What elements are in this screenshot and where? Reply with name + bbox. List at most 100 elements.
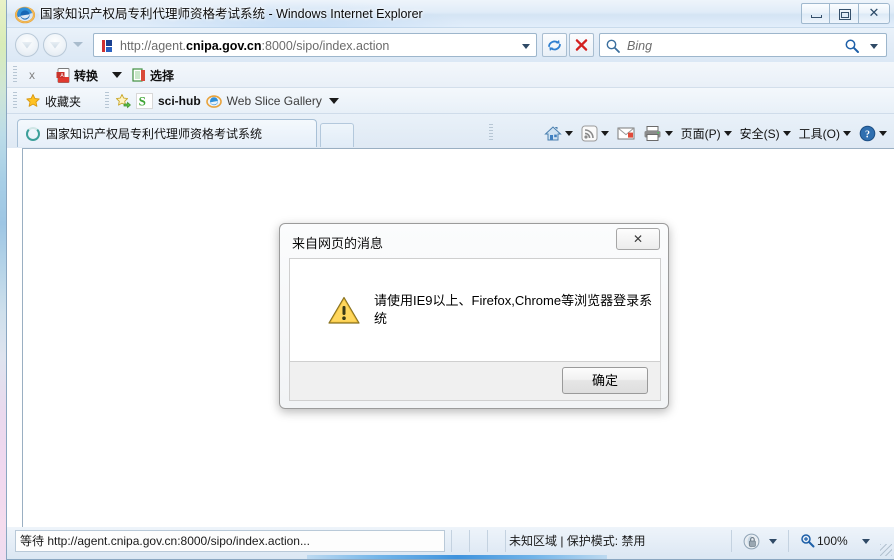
- tools-menu-caret-icon: [843, 130, 851, 136]
- warning-triangle-icon: [328, 296, 360, 324]
- pdf-select-icon: [132, 67, 145, 82]
- taskbar-glow: [307, 555, 607, 559]
- back-arrow-icon: [21, 41, 33, 49]
- internet-explorer-window: 国家知识产权局专利代理师资格考试系统 - Windows Internet Ex…: [6, 0, 894, 560]
- printer-icon: [644, 125, 661, 141]
- dialog-close-button[interactable]: ✕: [616, 228, 660, 250]
- dialog-message: 请使用IE9以上、Firefox,Chrome等浏览器登录系统: [374, 292, 653, 326]
- address-bar-text: http://agent.cnipa.gov.cn:8000/sipo/inde…: [120, 38, 389, 54]
- recent-pages-dropdown[interactable]: [73, 42, 83, 47]
- command-bar: 页面(P) 安全(S) 工具(O) ?: [540, 120, 891, 146]
- ie-logo-icon: [15, 6, 35, 24]
- home-button[interactable]: [540, 121, 577, 145]
- zoom-icon[interactable]: [800, 533, 815, 548]
- status-pane-5: [731, 530, 732, 552]
- navigation-bar: http://agent.cnipa.gov.cn:8000/sipo/inde…: [7, 28, 894, 62]
- security-zone-caret-icon[interactable]: [769, 539, 777, 544]
- resize-grip[interactable]: [880, 544, 892, 556]
- tab-active[interactable]: 国家知识产权局专利代理师资格考试系统: [17, 119, 317, 147]
- ie-small-icon: [205, 95, 222, 108]
- safety-menu-label: 安全(S): [739, 126, 780, 141]
- favorites-items: S sci-hub Web Slice Gallery: [115, 92, 339, 110]
- page-viewport: 来自网页的消息 ✕ 请使用IE9以上、Firefox,Chrome等浏览器登录系…: [22, 148, 894, 528]
- favorites-button-label: 收藏夹: [45, 94, 82, 109]
- restore-button[interactable]: [830, 3, 859, 24]
- favorites-bar-grip[interactable]: [13, 92, 17, 110]
- back-button[interactable]: [15, 33, 39, 57]
- scihub-icon[interactable]: S: [136, 93, 153, 109]
- command-bar-grip[interactable]: [489, 124, 493, 142]
- search-go-icon: [845, 39, 859, 53]
- svg-text:?: ?: [865, 129, 870, 140]
- dialog-title-bar: 来自网页的消息 ✕: [280, 224, 668, 258]
- feeds-button[interactable]: [577, 121, 613, 145]
- page-menu-label: 页面(P): [680, 126, 721, 141]
- zoom-caret-icon[interactable]: [862, 539, 870, 544]
- status-pane-1: [451, 530, 469, 552]
- safety-menu[interactable]: 安全(S): [736, 121, 795, 145]
- minimize-button[interactable]: [801, 3, 830, 24]
- search-input[interactable]: Bing: [599, 33, 887, 57]
- status-pane-6: [788, 530, 789, 552]
- loading-spinner-icon: [26, 126, 40, 141]
- url-suffix: :8000/sipo/index.action: [261, 39, 390, 53]
- home-caret-icon[interactable]: [564, 130, 573, 136]
- home-icon: [543, 125, 562, 140]
- mail-icon: [617, 127, 635, 139]
- star-icon: [26, 94, 40, 107]
- status-pane-4: [505, 530, 506, 552]
- acrobat-convert-label: 转换: [74, 68, 99, 83]
- acrobat-toolbar-close-button[interactable]: x: [25, 67, 39, 83]
- toolbar-grip[interactable]: [13, 66, 17, 84]
- dialog-ok-button[interactable]: 确定: [562, 367, 648, 394]
- tab-title: 国家知识产权局专利代理师资格考试系统: [46, 127, 263, 141]
- favorites-item-web-slice-gallery[interactable]: Web Slice Gallery: [227, 94, 322, 108]
- url-host: cnipa.gov.cn: [186, 39, 262, 53]
- print-button[interactable]: [639, 121, 677, 145]
- mail-button[interactable]: [613, 121, 639, 145]
- sipo-favicon-icon: [100, 39, 114, 53]
- tab-bar: 国家知识产权局专利代理师资格考试系统 页面(P) 安全(S) 工具(O) ?: [7, 114, 894, 148]
- new-tab-button[interactable]: [320, 123, 354, 147]
- help-button[interactable]: ?: [855, 121, 891, 145]
- search-placeholder-text: Bing: [627, 39, 653, 53]
- stop-button[interactable]: [569, 33, 594, 57]
- favorites-item-sci-hub[interactable]: sci-hub: [158, 94, 201, 108]
- webpage-message-dialog: 来自网页的消息 ✕ 请使用IE9以上、Firefox,Chrome等浏览器登录系…: [279, 223, 669, 409]
- web-slice-caret-icon[interactable]: [328, 98, 339, 104]
- acrobat-select-label: 选择: [150, 68, 175, 83]
- acrobat-convert-button[interactable]: A 转换: [55, 66, 98, 84]
- title-bar: 国家知识产权局专利代理师资格考试系统 - Windows Internet Ex…: [7, 0, 894, 28]
- address-bar[interactable]: http://agent.cnipa.gov.cn:8000/sipo/inde…: [93, 33, 537, 57]
- favorites-button[interactable]: 收藏夹: [25, 92, 81, 110]
- help-caret-icon[interactable]: [879, 130, 887, 136]
- window-title: 国家知识产权局专利代理师资格考试系统 - Windows Internet Ex…: [40, 7, 423, 21]
- tools-menu[interactable]: 工具(O): [795, 121, 855, 145]
- acrobat-select-button[interactable]: 选择: [131, 66, 174, 84]
- search-icon: [606, 39, 620, 53]
- page-menu[interactable]: 页面(P): [677, 121, 736, 145]
- pdf-convert-icon: A: [56, 67, 70, 83]
- security-zone-icon[interactable]: [743, 533, 760, 550]
- favorites-bar: 收藏夹 S sci-hub Web Slice Gallery: [7, 88, 894, 114]
- add-to-favorites-icon[interactable]: [115, 93, 131, 109]
- minimize-icon: [811, 15, 822, 18]
- forward-arrow-icon: [49, 41, 61, 49]
- status-message: 等待 http://agent.cnipa.gov.cn:8000/sipo/i…: [15, 530, 445, 552]
- help-icon: ?: [859, 125, 876, 141]
- close-button[interactable]: ✕: [859, 3, 890, 24]
- favorites-items-grip[interactable]: [105, 92, 109, 110]
- search-dropdown-icon[interactable]: [870, 44, 878, 49]
- window-controls: ✕: [801, 3, 890, 24]
- dialog-body: 请使用IE9以上、Firefox,Chrome等浏览器登录系统: [289, 258, 661, 362]
- zoom-level-label[interactable]: 100%: [817, 530, 848, 552]
- refresh-button[interactable]: [542, 33, 567, 57]
- acrobat-convert-caret-icon[interactable]: [112, 72, 122, 78]
- acrobat-toolbar: x A 转换 选择: [7, 62, 894, 88]
- address-bar-dropdown-icon[interactable]: [522, 44, 530, 49]
- print-caret-icon[interactable]: [664, 130, 673, 136]
- safety-menu-caret-icon: [782, 130, 791, 136]
- security-zone-label: 未知区域 | 保护模式: 禁用: [509, 534, 646, 548]
- feeds-caret-icon[interactable]: [600, 130, 609, 136]
- forward-button[interactable]: [43, 33, 67, 57]
